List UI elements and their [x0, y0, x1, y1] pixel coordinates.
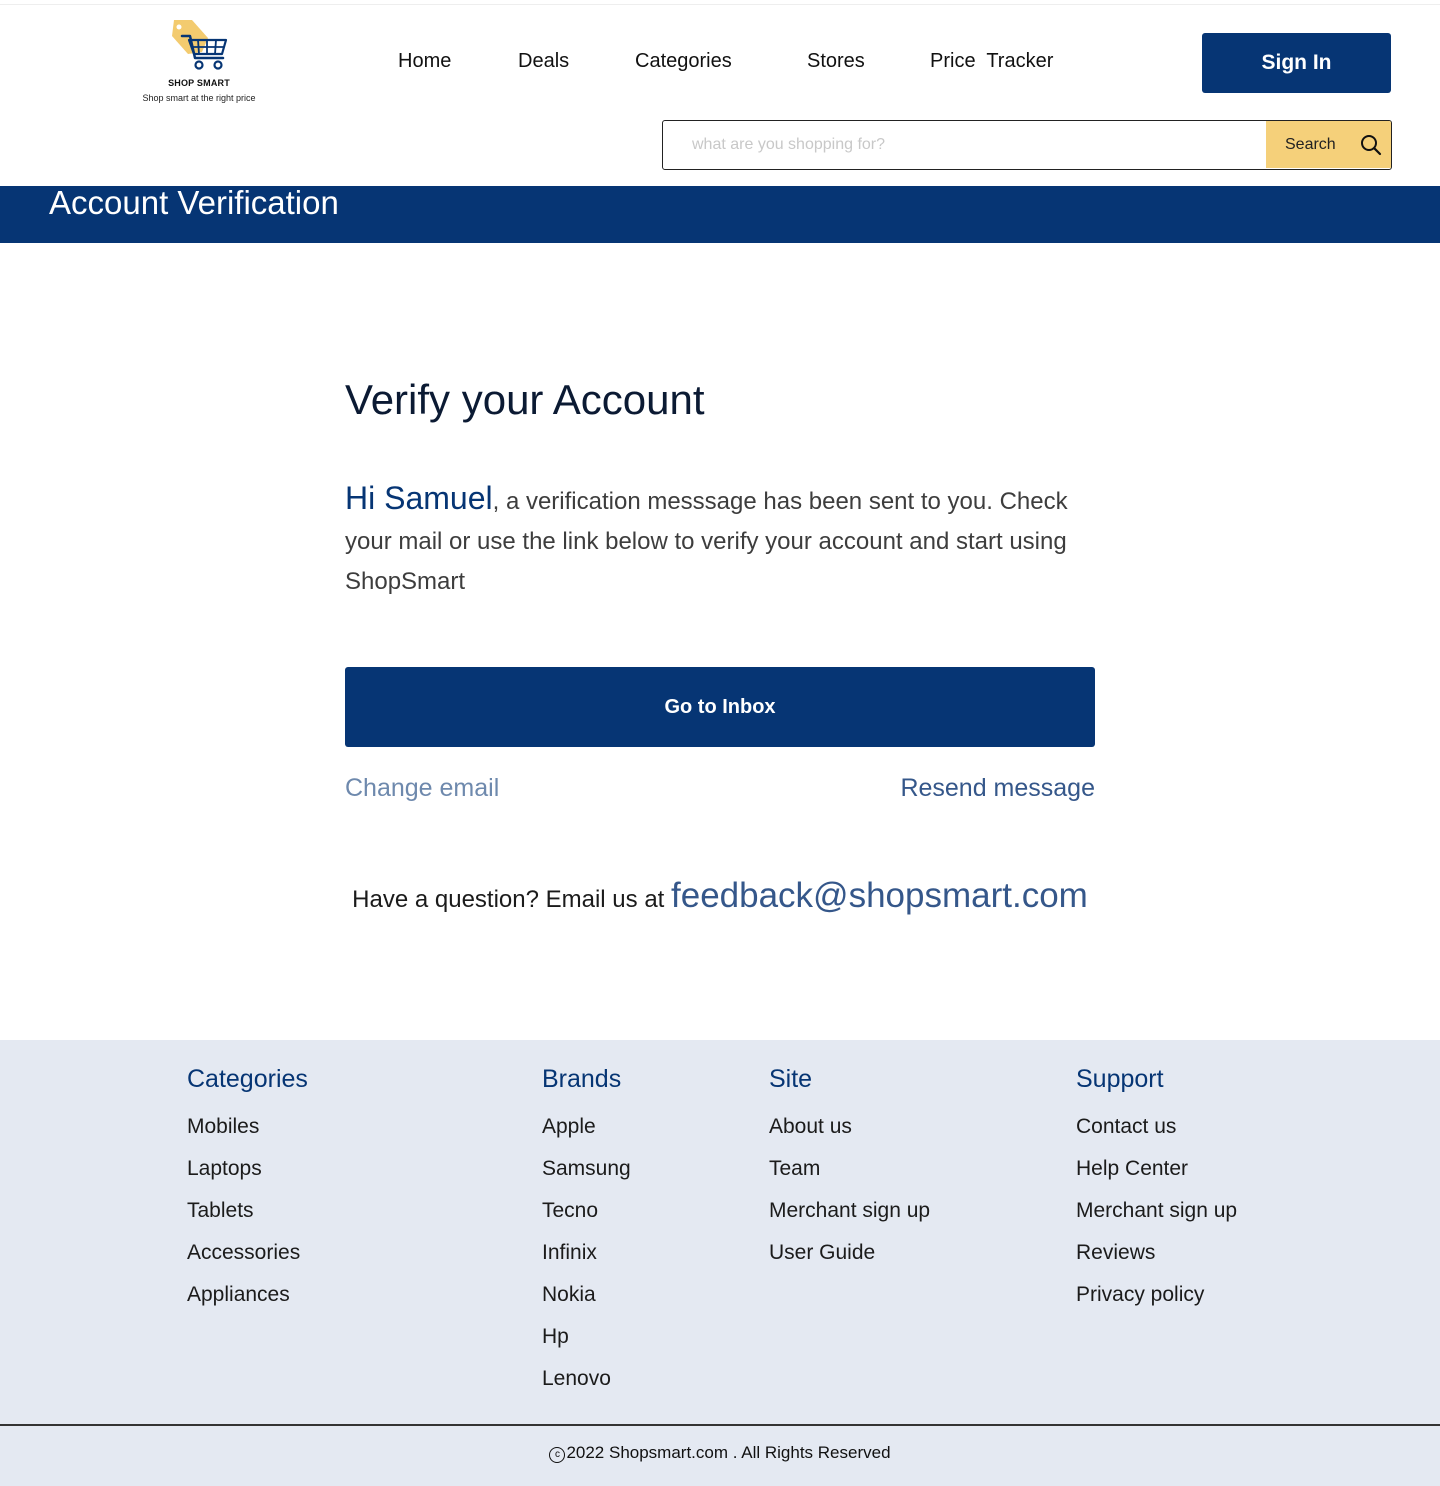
- top-divider: [0, 4, 1440, 5]
- page-banner: Account Verification: [0, 184, 1440, 243]
- footer-column-support: Support Contact us Help Center Merchant …: [1076, 1062, 1237, 1324]
- copyright-text: 2022 Shopsmart.com . All Rights Reserved: [566, 1443, 891, 1462]
- search-bar: Search: [662, 120, 1392, 170]
- footer-link[interactable]: Lenovo: [542, 1366, 631, 1408]
- footer-link[interactable]: Tablets: [187, 1198, 308, 1240]
- logo[interactable]: SHOP SMART Shop smart at the right price: [132, 18, 266, 108]
- footer-link[interactable]: Hp: [542, 1324, 631, 1366]
- nav-categories[interactable]: Categories: [635, 50, 732, 76]
- footer-link[interactable]: Accessories: [187, 1240, 308, 1282]
- footer-link[interactable]: About us: [769, 1114, 930, 1156]
- footer-link[interactable]: Reviews: [1076, 1240, 1237, 1282]
- brand-tagline: Shop smart at the right price: [142, 93, 256, 103]
- copyright-icon: c: [549, 1447, 566, 1463]
- footer-link[interactable]: Team: [769, 1156, 930, 1198]
- verification-message: Hi Samuel, a verification messsage has b…: [345, 478, 1105, 602]
- footer: Categories Mobiles Laptops Tablets Acces…: [0, 1040, 1440, 1486]
- footer-link[interactable]: Infinix: [542, 1240, 631, 1282]
- footer-link[interactable]: Merchant sign up: [1076, 1198, 1237, 1240]
- brand-name: SHOP SMART: [168, 78, 230, 88]
- copyright: c 2022 Shopsmart.com . All Rights Reserve…: [0, 1443, 1440, 1463]
- nav-stores[interactable]: Stores: [807, 50, 865, 76]
- footer-column-site: Site About us Team Merchant sign up User…: [769, 1062, 930, 1282]
- change-email-link[interactable]: Change email: [345, 774, 499, 803]
- footer-link[interactable]: Apple: [542, 1114, 631, 1156]
- shopping-cart-tag-icon: [172, 20, 228, 70]
- footer-link[interactable]: Privacy policy: [1076, 1282, 1237, 1324]
- sign-in-button[interactable]: Sign In: [1202, 33, 1391, 93]
- nav-deals[interactable]: Deals: [518, 50, 569, 76]
- search-button-label: Search: [1285, 135, 1336, 153]
- footer-divider: [0, 1424, 1440, 1426]
- footer-link[interactable]: Contact us: [1076, 1114, 1237, 1156]
- go-to-inbox-button[interactable]: Go to Inbox: [345, 667, 1095, 747]
- nav-price-tracker[interactable]: Price Tracker: [930, 50, 1053, 76]
- footer-heading: Site: [769, 1065, 813, 1093]
- footer-link[interactable]: Merchant sign up: [769, 1198, 930, 1240]
- footer-link[interactable]: Laptops: [187, 1156, 308, 1198]
- footer-link[interactable]: Help Center: [1076, 1156, 1237, 1198]
- search-icon: [1361, 135, 1382, 156]
- contact-text: Have a question? Email us at: [352, 886, 671, 913]
- page-title: Account Verification: [49, 184, 339, 221]
- footer-heading: Support: [1076, 1065, 1164, 1093]
- footer-link[interactable]: Samsung: [542, 1156, 631, 1198]
- search-input[interactable]: [663, 121, 1266, 168]
- nav-home[interactable]: Home: [398, 50, 451, 76]
- footer-column-brands: Brands Apple Samsung Tecno Infinix Nokia…: [542, 1062, 631, 1408]
- footer-link[interactable]: Tecno: [542, 1198, 631, 1240]
- verify-heading: Verify your Account: [345, 376, 705, 423]
- footer-link[interactable]: Appliances: [187, 1282, 308, 1324]
- footer-heading: Categories: [187, 1065, 308, 1093]
- footer-link[interactable]: Nokia: [542, 1282, 631, 1324]
- footer-column-categories: Categories Mobiles Laptops Tablets Acces…: [187, 1062, 308, 1324]
- contact-line: Have a question? Email us at feedback@sh…: [0, 876, 1440, 916]
- footer-link[interactable]: User Guide: [769, 1240, 930, 1282]
- contact-email-link[interactable]: feedback@shopsmart.com: [671, 876, 1088, 915]
- footer-link[interactable]: Mobiles: [187, 1114, 308, 1156]
- search-button[interactable]: Search: [1266, 121, 1391, 168]
- footer-heading: Brands: [542, 1065, 622, 1093]
- greeting: Hi Samuel: [345, 480, 493, 516]
- resend-message-link[interactable]: Resend message: [900, 774, 1095, 803]
